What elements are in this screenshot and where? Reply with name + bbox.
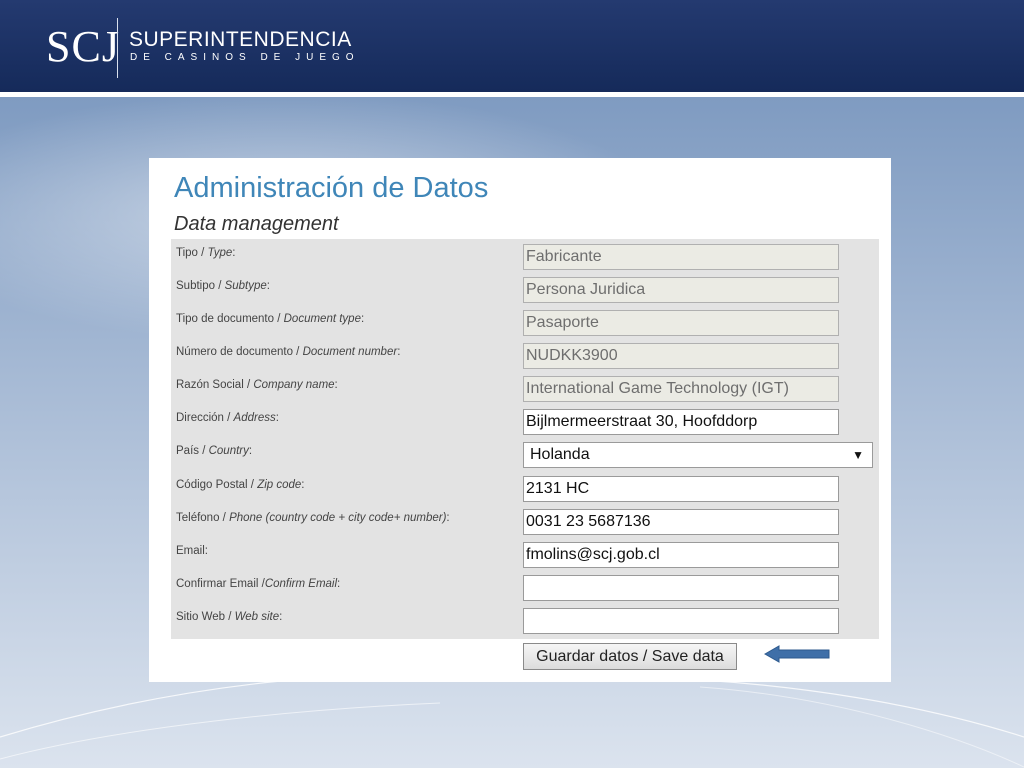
label-company-name: Razón Social / Company name:	[176, 379, 338, 391]
page-subtitle: Data management	[174, 213, 339, 235]
zip-code-input[interactable]: 2131 HC	[523, 476, 839, 502]
label-type: Tipo / Type:	[176, 247, 236, 259]
label-web-site: Sitio Web / Web site:	[176, 611, 283, 623]
data-form: Tipo / Type: Fabricante Subtipo / Subtyp…	[171, 239, 879, 639]
left-arrow-icon	[763, 645, 830, 663]
logo-subtitle: DE CASINOS DE JUEGO	[130, 52, 360, 63]
country-select-value: Holanda	[530, 446, 590, 463]
logo-divider	[117, 18, 118, 78]
confirm-email-input[interactable]	[523, 575, 839, 601]
country-select[interactable]: Holanda ▼	[523, 442, 873, 468]
triangle-down-icon: ▼	[852, 448, 864, 462]
label-phone: Teléfono / Phone (country code + city co…	[176, 512, 450, 524]
label-subtype: Subtipo / Subtype:	[176, 280, 270, 292]
document-type-field: Pasaporte	[523, 310, 839, 336]
header-bar: SCJ SUPERINTENDENCIA DE CASINOS DE JUEGO	[0, 0, 1024, 97]
document-number-field: NUDKK3900	[523, 343, 839, 369]
phone-input[interactable]: 0031 23 5687136	[523, 509, 839, 535]
label-address: Dirección / Address:	[176, 412, 279, 424]
address-input[interactable]: Bijlmermeerstraat 30, Hoofddorp	[523, 409, 839, 435]
page-title: Administración de Datos	[174, 172, 489, 204]
subtype-field: Persona Juridica	[523, 277, 839, 303]
logo-title: SUPERINTENDENCIA	[129, 28, 352, 51]
save-data-button[interactable]: Guardar datos / Save data	[523, 643, 737, 670]
email-input[interactable]: fmolins@scj.gob.cl	[523, 542, 839, 568]
web-site-input[interactable]	[523, 608, 839, 634]
label-document-type: Tipo de documento / Document type:	[176, 313, 365, 325]
type-field: Fabricante	[523, 244, 839, 270]
label-document-number: Número de documento / Document number:	[176, 346, 401, 358]
scj-logo: SCJ	[46, 22, 120, 71]
label-confirm-email: Confirmar Email /Confirm Email:	[176, 578, 341, 590]
data-management-panel: Administración de Datos Data management …	[149, 158, 891, 682]
company-name-field: International Game Technology (IGT)	[523, 376, 839, 402]
label-email: Email:	[176, 545, 208, 557]
label-zip-code: Código Postal / Zip code:	[176, 479, 305, 491]
label-country: País / Country:	[176, 445, 253, 457]
